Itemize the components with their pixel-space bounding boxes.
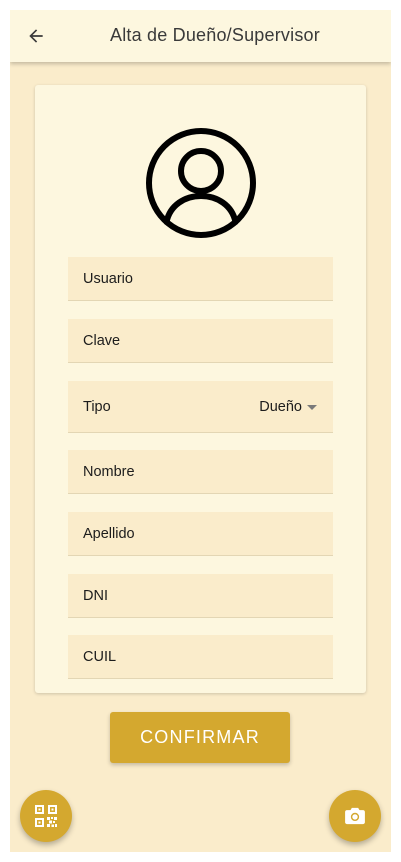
form-card: Usuario Clave Tipo Dueño Nombre Apellido… — [35, 85, 366, 693]
arrow-back-icon — [29, 29, 43, 43]
clave-label: Clave — [83, 333, 121, 349]
toolbar: Alta de Dueño/Supervisor — [10, 10, 391, 62]
cuil-label: CUIL — [83, 649, 117, 665]
dni-field[interactable]: DNI — [68, 574, 333, 618]
usuario-label: Usuario — [83, 271, 133, 287]
tipo-label: Tipo — [83, 399, 111, 415]
page-title: Alta de Dueño/Supervisor — [110, 25, 320, 45]
user-avatar-icon — [146, 128, 256, 238]
nombre-field[interactable]: Nombre — [68, 450, 333, 494]
tipo-value-text: Dueño — [259, 399, 302, 415]
app-screen: Alta de Dueño/Supervisor Usuario Clave T… — [10, 10, 391, 852]
qr-scan-button[interactable] — [20, 790, 72, 842]
cuil-field[interactable]: CUIL — [68, 635, 333, 679]
apellido-label: Apellido — [83, 526, 135, 542]
dropdown-arrow-icon — [307, 404, 317, 410]
dni-label: DNI — [83, 588, 108, 604]
camera-icon — [345, 807, 365, 825]
qr-code-icon — [35, 805, 57, 827]
clave-field[interactable]: Clave — [68, 319, 333, 363]
nombre-label: Nombre — [83, 464, 135, 480]
tipo-select[interactable]: Tipo Dueño — [68, 381, 333, 433]
usuario-field[interactable]: Usuario — [68, 257, 333, 301]
back-button[interactable] — [22, 22, 50, 50]
apellido-field[interactable]: Apellido — [68, 512, 333, 556]
camera-button[interactable] — [329, 790, 381, 842]
confirm-button[interactable]: CONFIRMAR — [110, 712, 290, 763]
tipo-selected-value: Dueño — [259, 381, 317, 433]
